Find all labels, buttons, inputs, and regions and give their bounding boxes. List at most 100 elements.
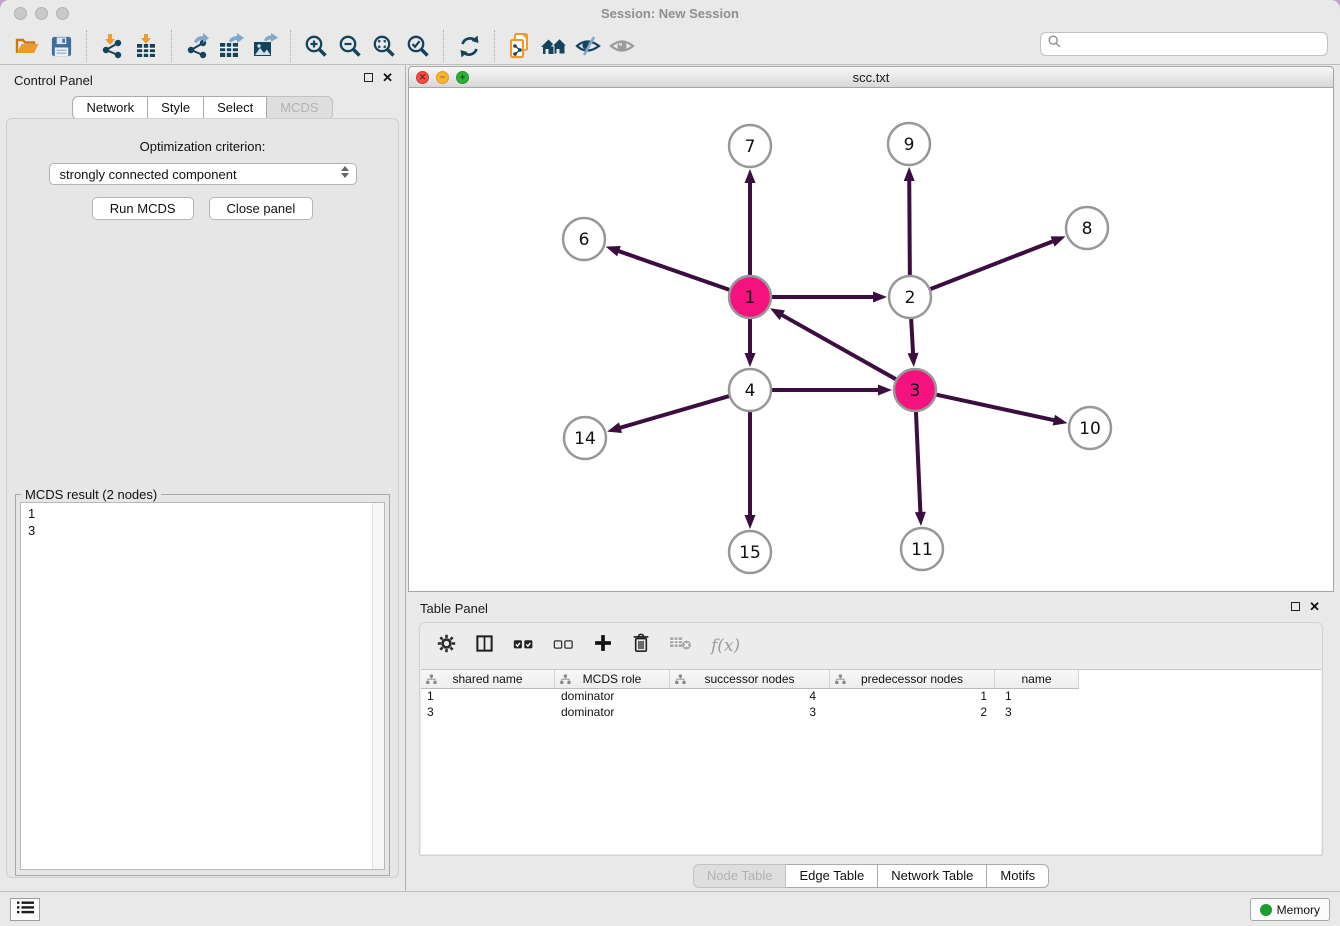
hide-selected-button[interactable] [571, 31, 605, 61]
app-window: Session: New Session [0, 0, 1340, 926]
table-cell[interactable]: 1 [830, 689, 995, 705]
graph-svg: 1234678910111415 [409, 88, 1333, 591]
column-settings-button[interactable] [437, 634, 456, 658]
criterion-select[interactable]: strongly connected component [49, 163, 357, 185]
export-network-button[interactable] [180, 31, 214, 61]
graph-node-label: 8 [1082, 219, 1093, 239]
zoom-fit-icon [371, 33, 397, 59]
column-header-successor-nodes[interactable]: successor nodes [670, 670, 830, 689]
table-row[interactable]: 1dominator411 [421, 689, 1321, 705]
eye-icon [608, 35, 636, 57]
save-floppy-icon [50, 35, 73, 58]
close-table-panel-icon[interactable]: ✕ [1309, 602, 1320, 611]
content-area: Control Panel ✕ NetworkStyleSelectMCDS O… [0, 65, 1340, 891]
network-titlebar: ✕ − + scc.txt [408, 66, 1334, 88]
close-panel-button[interactable]: Close panel [209, 197, 314, 220]
task-history-button[interactable] [10, 898, 40, 921]
main-toolbar [0, 28, 1340, 65]
mcds-result-group: MCDS result (2 nodes) 1 3 [15, 494, 390, 876]
run-mcds-button[interactable]: Run MCDS [92, 197, 194, 220]
graph-edge[interactable] [916, 409, 921, 514]
export-image-button[interactable] [248, 31, 282, 61]
clone-network-button[interactable] [503, 31, 537, 61]
edge-arrowhead [606, 246, 621, 256]
float-table-panel-icon[interactable] [1291, 602, 1300, 611]
edge-arrowhead [745, 169, 756, 183]
tab-network-table[interactable]: Network Table [878, 864, 987, 888]
graph-edge[interactable] [617, 251, 732, 291]
close-panel-icon[interactable]: ✕ [382, 73, 393, 82]
delete-table-button[interactable] [669, 635, 692, 656]
table-cell[interactable]: 3 [670, 705, 830, 721]
tab-style[interactable]: Style [148, 96, 204, 120]
column-header-MCDS-role[interactable]: MCDS role [555, 670, 670, 689]
open-session-button[interactable] [10, 31, 44, 61]
clone-network-icon [507, 32, 533, 60]
table-panel-title: Table Panel [420, 601, 488, 616]
zoom-fit-button[interactable] [367, 31, 401, 61]
show-all-button[interactable] [605, 31, 639, 61]
tab-edge-table[interactable]: Edge Table [786, 864, 878, 888]
import-network-button[interactable] [95, 31, 129, 61]
search-field[interactable] [1040, 32, 1328, 56]
column-header-shared-name[interactable]: shared name [421, 670, 555, 689]
graph-edge[interactable] [911, 316, 913, 355]
table-cell[interactable]: 4 [670, 689, 830, 705]
function-builder-button[interactable]: f(x) [711, 636, 740, 656]
table-panel-tabs: Node TableEdge TableNetwork TableMotifs [408, 864, 1334, 888]
table-cell[interactable]: 2 [830, 705, 995, 721]
table-toolbar: f(x) [420, 623, 1322, 668]
tab-mcds[interactable]: MCDS [267, 96, 332, 120]
zoom-in-button[interactable] [299, 31, 333, 61]
zoom-in-icon [303, 33, 329, 59]
search-input[interactable] [1066, 37, 1327, 52]
add-column-button[interactable] [593, 633, 613, 658]
float-panel-icon[interactable] [364, 73, 373, 82]
column-header-predecessor-nodes[interactable]: predecessor nodes [830, 670, 995, 689]
mcds-result-area[interactable]: 1 3 [20, 502, 385, 870]
tab-node-table[interactable]: Node Table [693, 864, 787, 888]
edge-arrowhead [607, 422, 622, 433]
tab-select[interactable]: Select [204, 96, 267, 120]
graph-edge[interactable] [619, 395, 732, 428]
edge-arrowhead [1053, 415, 1068, 426]
toolbar-separator [290, 30, 291, 62]
graph-edge[interactable] [780, 314, 898, 380]
graph-edge[interactable] [928, 241, 1055, 290]
refresh-icon [457, 34, 482, 59]
result-scrollbar[interactable] [372, 503, 384, 869]
table-cell[interactable]: dominator [555, 689, 670, 705]
zoom-selected-button[interactable] [401, 31, 435, 61]
table-cell[interactable]: 1 [421, 689, 555, 705]
export-image-icon [251, 33, 279, 59]
graph-node-label: 6 [579, 230, 590, 250]
select-all-button[interactable] [513, 636, 534, 656]
tab-motifs[interactable]: Motifs [987, 864, 1049, 888]
graph-edge[interactable] [934, 394, 1056, 421]
zoom-out-button[interactable] [333, 31, 367, 61]
table-cell[interactable]: 3 [995, 705, 1079, 721]
delete-column-button[interactable] [632, 633, 650, 658]
deselect-all-button[interactable] [553, 636, 574, 656]
column-header-name[interactable]: name [995, 670, 1079, 689]
network-canvas[interactable]: 1234678910111415 [408, 88, 1334, 592]
control-panel: Control Panel ✕ NetworkStyleSelectMCDS O… [0, 65, 406, 891]
table-body: 1dominator4113dominator323 [421, 689, 1321, 721]
table-cell[interactable]: 1 [995, 689, 1079, 705]
table-row[interactable]: 3dominator323 [421, 705, 1321, 721]
edge-arrowhead [873, 292, 887, 303]
export-table-button[interactable] [214, 31, 248, 61]
graph-edge[interactable] [909, 179, 910, 278]
memory-label: Memory [1277, 903, 1320, 917]
edge-arrowhead [908, 353, 919, 367]
tab-network[interactable]: Network [72, 96, 148, 120]
first-neighbors-button[interactable] [537, 31, 571, 61]
table-cell[interactable]: dominator [555, 705, 670, 721]
memory-button[interactable]: Memory [1250, 898, 1330, 921]
import-table-icon [133, 33, 159, 59]
save-session-button[interactable] [44, 31, 78, 61]
table-cell[interactable]: 3 [421, 705, 555, 721]
import-table-button[interactable] [129, 31, 163, 61]
merge-columns-button[interactable] [475, 634, 494, 658]
refresh-button[interactable] [452, 31, 486, 61]
